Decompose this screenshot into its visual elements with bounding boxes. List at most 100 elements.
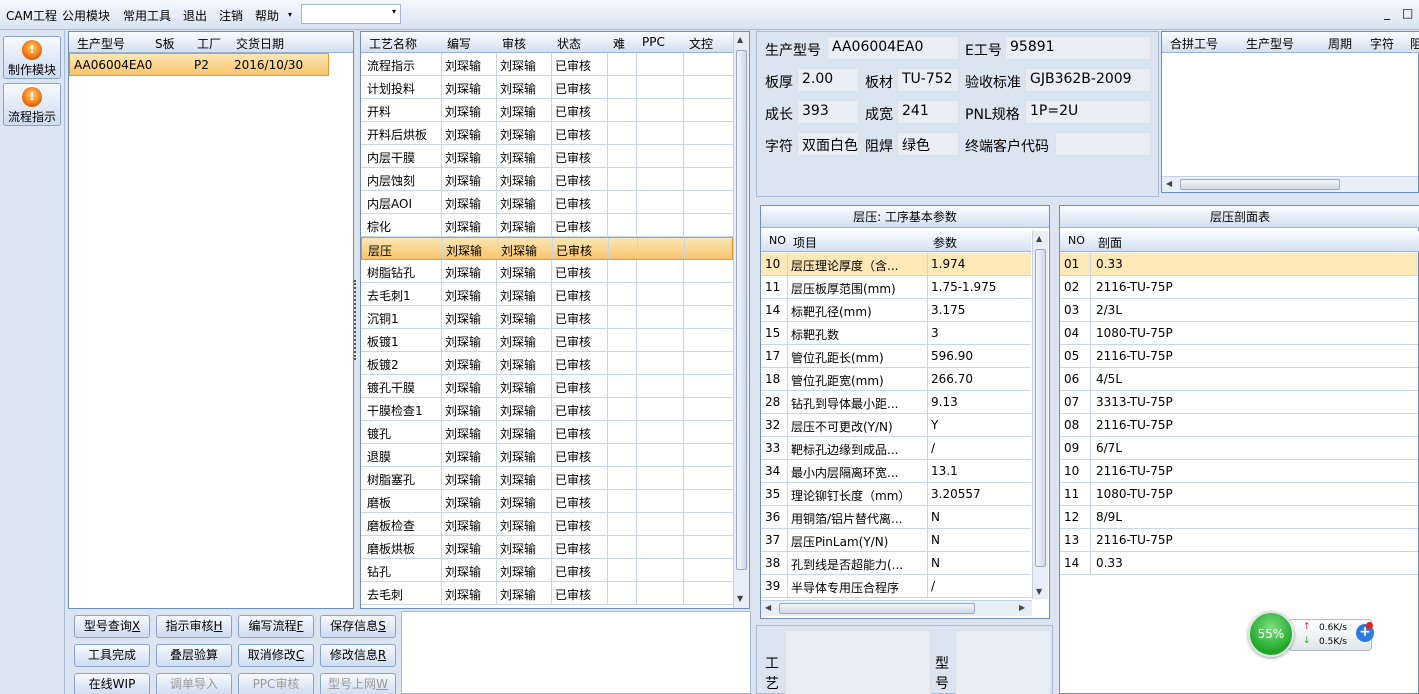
field-craft[interactable]	[785, 630, 931, 694]
scroll-up-icon[interactable]: ▲	[737, 35, 743, 44]
scroll-left-icon[interactable]: ◀	[765, 603, 771, 612]
table-row[interactable]: 内层干膜 刘琛输 刘琛输 已审核	[361, 145, 733, 168]
online-wip-button[interactable]: 在线WIP	[74, 673, 150, 694]
scroll-down-icon[interactable]: ▼	[737, 594, 743, 603]
menu-overflow-arrow-icon[interactable]: ▾	[288, 10, 292, 19]
col-no[interactable]: NO	[769, 234, 786, 247]
col-legend[interactable]: 字符	[1370, 35, 1394, 52]
scroll-thumb[interactable]	[736, 50, 747, 570]
table-row[interactable]: 内层蚀刻 刘琛输 刘琛输 已审核	[361, 168, 733, 191]
col-difficulty[interactable]: 难	[613, 35, 625, 52]
table-row[interactable]: 37 层压PinLam(Y/N) N	[761, 529, 1031, 552]
field-model-bottom[interactable]	[955, 630, 1051, 694]
table-row[interactable]: 06 4/5L	[1060, 368, 1418, 391]
col-item[interactable]: 项目	[793, 234, 817, 251]
field-legend[interactable]: 双面白色	[797, 132, 859, 156]
field-model[interactable]: AA06004EA0	[827, 36, 959, 60]
field-width[interactable]: 241	[897, 100, 959, 124]
table-row[interactable]: 14 标靶孔径(mm) 3.175	[761, 299, 1031, 322]
table-row[interactable]: 11 1080-TU-75P	[1060, 483, 1418, 506]
col-delivery-date[interactable]: 交货日期	[236, 35, 284, 52]
menu-common-tools[interactable]: 常用工具	[123, 7, 171, 24]
ppc-review-button[interactable]: PPC审核	[238, 673, 314, 694]
field-material[interactable]: TU-752	[897, 68, 959, 92]
table-row[interactable]: 15 标靶孔数 3	[761, 322, 1031, 345]
memory-usage-badge[interactable]: 55%	[1248, 611, 1294, 657]
table-row[interactable]: 13 2116-TU-75P	[1060, 529, 1418, 552]
table-row[interactable]: 去毛刺1 刘琛输 刘琛输 已审核	[361, 283, 733, 306]
table-row[interactable]: 镀孔 刘琛输 刘琛输 已审核	[361, 421, 733, 444]
table-row[interactable]: 去毛刺 刘琛输 刘琛输 已审核	[361, 582, 733, 605]
col-section[interactable]: 剖面	[1098, 234, 1122, 251]
stack-check-button[interactable]: 叠层验算	[156, 644, 232, 667]
write-flow-button[interactable]: 编写流程F	[238, 615, 314, 638]
table-row[interactable]: 32 层压不可更改(Y/N) Y	[761, 414, 1031, 437]
col-reviewer[interactable]: 审核	[502, 35, 526, 52]
field-standard[interactable]: GJB362B-2009	[1025, 68, 1151, 92]
maximize-button[interactable]: □	[1402, 6, 1413, 20]
field-length[interactable]: 393	[797, 100, 859, 124]
table-row[interactable]: 棕化 刘琛输 刘琛输 已审核	[361, 214, 733, 237]
table-row[interactable]: AA06004EA0 P2 2016/10/30	[69, 53, 329, 76]
query-model-button[interactable]: 型号查询X	[74, 615, 150, 638]
table-row[interactable]: 05 2116-TU-75P	[1060, 345, 1418, 368]
table-row[interactable]: 开料后烘板 刘琛输 刘琛输 已审核	[361, 122, 733, 145]
col-factory[interactable]: 工厂	[197, 35, 221, 52]
menu-dropdown[interactable]: ▾	[301, 4, 401, 24]
col-stack-no[interactable]: NO	[1068, 234, 1085, 247]
table-row[interactable]: 34 最小内层隔离环宽... 13.1	[761, 460, 1031, 483]
process-scrollbar[interactable]: ▲ ▼	[733, 32, 749, 608]
table-row[interactable]: 层压 刘琛输 刘琛输 已审核	[361, 237, 733, 260]
scroll-down-icon[interactable]: ▼	[1036, 587, 1042, 596]
minimize-button[interactable]: _	[1384, 6, 1390, 20]
table-row[interactable]: 07 3313-TU-75P	[1060, 391, 1418, 414]
field-e-no[interactable]: 95891	[1005, 36, 1151, 60]
scroll-up-icon[interactable]: ▲	[1036, 234, 1042, 243]
field-solder-mask[interactable]: 绿色	[897, 132, 959, 156]
col-author[interactable]: 编写	[447, 35, 471, 52]
menu-common-module[interactable]: 公用模块	[62, 7, 110, 24]
params-hscrollbar[interactable]: ◀ ▶	[761, 600, 1032, 616]
modify-info-button[interactable]: 修改信息R	[320, 644, 396, 667]
table-row[interactable]: 开料 刘琛输 刘琛输 已审核	[361, 99, 733, 122]
col-model[interactable]: 生产型号	[77, 35, 125, 52]
table-row[interactable]: 11 层压板厚范围(mm) 1.75-1.975	[761, 276, 1031, 299]
table-row[interactable]: 钻孔 刘琛输 刘琛输 已审核	[361, 559, 733, 582]
table-row[interactable]: 镀孔干膜 刘琛输 刘琛输 已审核	[361, 375, 733, 398]
menu-exit[interactable]: 退出	[183, 7, 207, 24]
table-row[interactable]: 内层AOI 刘琛输 刘琛输 已审核	[361, 191, 733, 214]
merge-scroll-thumb[interactable]	[1180, 179, 1340, 190]
col-s-board[interactable]: S板	[155, 35, 175, 52]
table-row[interactable]: 18 管位孔距宽(mm) 266.70	[761, 368, 1031, 391]
col-ppc[interactable]: PPC	[642, 35, 665, 49]
review-instruction-button[interactable]: 指示审核H	[156, 615, 232, 638]
table-row[interactable]: 10 层压理论厚度（含... 1.974	[761, 253, 1031, 276]
network-speed-widget[interactable]: ↑ 0.6K/s ↓ 0.5K/s 55% +	[1248, 611, 1374, 657]
field-customer-code[interactable]	[1055, 132, 1151, 156]
table-row[interactable]: 03 2/3L	[1060, 299, 1418, 322]
col-merge-model[interactable]: 生产型号	[1246, 35, 1294, 52]
table-row[interactable]: 10 2116-TU-75P	[1060, 460, 1418, 483]
table-row[interactable]: 38 孔到线是否超能力(... N	[761, 552, 1031, 575]
col-status[interactable]: 状态	[557, 35, 581, 52]
menu-cam-project[interactable]: CAM工程	[6, 7, 57, 24]
merge-hscrollbar[interactable]: ◀	[1162, 176, 1418, 192]
table-row[interactable]: 沉铜1 刘琛输 刘琛输 已审核	[361, 306, 733, 329]
table-row[interactable]: 33 靶标孔边缘到成品... /	[761, 437, 1031, 460]
table-row[interactable]: 08 2116-TU-75P	[1060, 414, 1418, 437]
table-row[interactable]: 板镀2 刘琛输 刘琛输 已审核	[361, 352, 733, 375]
menu-logout[interactable]: 注销	[219, 7, 243, 24]
splitter-handle[interactable]	[354, 280, 358, 360]
table-row[interactable]: 01 0.33	[1060, 253, 1418, 276]
params-scrollbar[interactable]: ▲ ▼	[1032, 231, 1048, 599]
col-cycle[interactable]: 周期	[1328, 35, 1352, 52]
table-row[interactable]: 02 2116-TU-75P	[1060, 276, 1418, 299]
table-row[interactable]: 17 管位孔距长(mm) 596.90	[761, 345, 1031, 368]
table-row[interactable]: 12 8/9L	[1060, 506, 1418, 529]
cancel-edit-button[interactable]: 取消修改C	[238, 644, 314, 667]
scroll-right-icon[interactable]: ▶	[1019, 603, 1025, 612]
scroll-left-icon[interactable]: ◀	[1166, 179, 1172, 188]
table-row[interactable]: 流程指示 刘琛输 刘琛输 已审核	[361, 53, 733, 76]
publish-model-button[interactable]: 型号上网W	[320, 673, 396, 694]
field-pnl[interactable]: 1P=2U	[1025, 100, 1151, 124]
